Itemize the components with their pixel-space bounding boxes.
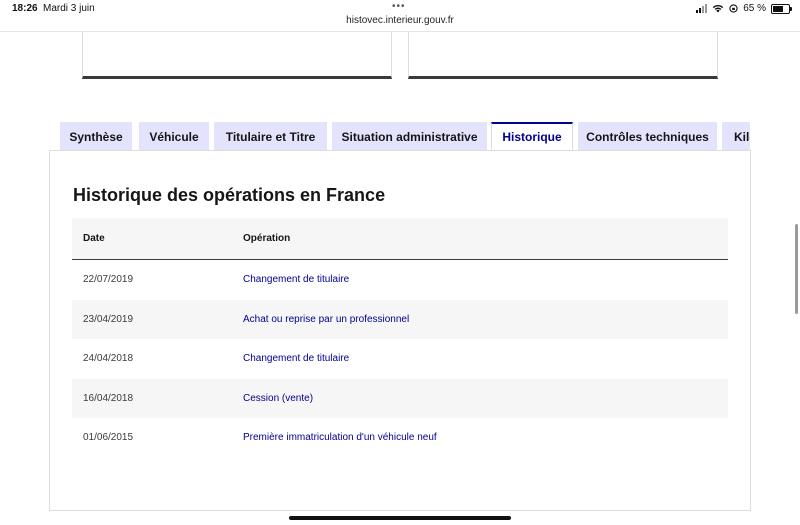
row-operation-link[interactable]: Changement de titulaire (243, 274, 349, 285)
address-bar-url[interactable]: histovec.interieur.gouv.fr (0, 15, 800, 26)
row-operation-link[interactable]: Cession (vente) (243, 393, 313, 404)
row-date: 23/04/2019 (83, 313, 134, 325)
column-header-operation: Opération (243, 233, 291, 244)
tab-controles-techniques[interactable]: Contrôles techniques (578, 122, 717, 151)
orientation-lock-icon (729, 4, 738, 13)
tab-kilometrage[interactable]: Kilométrage (722, 122, 750, 151)
row-operation-link[interactable]: Première immatriculation d'un véhicule n… (243, 432, 437, 443)
status-bar: 18:26 Mardi 3 juin ••• histovec.interieu… (0, 0, 800, 32)
tab-vehicule[interactable]: Véhicule (139, 122, 209, 151)
tab-situation-administrative[interactable]: Situation administrative (332, 122, 487, 151)
page-title: Historique des opérations en France (73, 185, 386, 205)
table-row: 01/06/2015 Première immatriculation d'un… (72, 418, 728, 458)
tab-historique[interactable]: Historique (491, 122, 573, 151)
table-row: 16/04/2018 Cession (vente) (72, 378, 728, 418)
info-card-right (408, 32, 718, 79)
battery-percent: 65 % (743, 3, 766, 14)
tab-list: Synthèse Véhicule Titulaire et Titre Sit… (60, 122, 750, 151)
row-date: 22/07/2019 (83, 274, 134, 285)
row-date: 24/04/2018 (83, 353, 134, 364)
table-row: 23/04/2019 Achat ou reprise par un profe… (72, 299, 728, 339)
row-operation-link[interactable]: Changement de titulaire (243, 353, 349, 364)
cellular-signal-icon (696, 4, 708, 13)
tab-titulaire-et-titre[interactable]: Titulaire et Titre (214, 122, 327, 151)
row-operation-link[interactable]: Achat ou reprise par un professionnel (243, 314, 409, 325)
table-row: 24/04/2018 Changement de titulaire (72, 339, 728, 379)
battery-icon (771, 3, 792, 14)
table-body: 22/07/2019 Changement de titulaire 23/04… (72, 260, 728, 458)
historique-panel: Historique des opérations en France Date… (49, 150, 751, 511)
column-header-date: Date (83, 233, 105, 244)
row-date: 01/06/2015 (83, 432, 134, 443)
row-date: 16/04/2018 (83, 392, 134, 404)
wifi-icon (713, 5, 724, 13)
status-right: 65 % (696, 3, 792, 14)
table-header: Date Opération (72, 218, 728, 260)
tab-synthese[interactable]: Synthèse (60, 122, 132, 151)
table-row: 22/07/2019 Changement de titulaire (72, 260, 728, 300)
page-scrollbar[interactable] (795, 224, 798, 314)
operations-table: Date Opération 22/07/2019 Changement de … (72, 218, 728, 458)
status-time: 18:26 (12, 3, 38, 14)
info-card-left (82, 32, 392, 79)
home-indicator[interactable] (289, 516, 511, 520)
more-dots-icon[interactable]: ••• (392, 1, 406, 12)
status-date: Mardi 3 juin (43, 3, 95, 14)
